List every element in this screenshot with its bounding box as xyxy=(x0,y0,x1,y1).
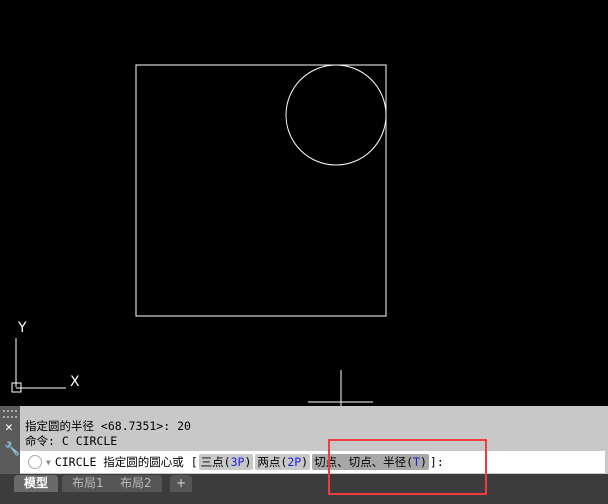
history-line: 指定圆的半径 <68.7351>: 20 xyxy=(25,419,191,433)
command-line-panel: ✕ 🔧 指定圆的半径 <68.7351>: 20 命令: C CIRCLE ▼ … xyxy=(0,406,608,474)
tab-layout1[interactable]: 布局1 xyxy=(62,475,114,492)
option-3p[interactable]: 三点(3P) xyxy=(198,454,254,470)
x-axis-label: X xyxy=(70,374,80,390)
drag-handle[interactable] xyxy=(3,410,17,418)
prompt-command: CIRCLE 指定圆的圆心或 [ xyxy=(54,455,198,469)
option-2p[interactable]: 两点(2P) xyxy=(255,454,311,470)
recent-commands-icon[interactable] xyxy=(28,455,42,469)
dropdown-arrow-icon[interactable]: ▼ xyxy=(46,458,51,467)
circle-shape xyxy=(285,64,387,166)
wrench-icon[interactable]: 🔧 xyxy=(4,442,20,457)
ucs-icon xyxy=(11,338,66,393)
drawing-canvas[interactable]: Y X xyxy=(0,0,608,406)
y-axis-label: Y xyxy=(17,320,27,336)
close-icon[interactable]: ✕ xyxy=(5,420,13,435)
square-shape xyxy=(135,64,387,317)
highlight-box xyxy=(328,439,487,495)
tab-model[interactable]: 模型 xyxy=(14,475,59,492)
command-input[interactable]: ▼ CIRCLE 指定圆的圆心或 [ 三点(3P) 两点(2P) 切点、切点、半… xyxy=(20,451,605,473)
tab-layout2[interactable]: 布局2 xyxy=(110,475,162,492)
history-line: 命令: C CIRCLE xyxy=(25,434,118,448)
command-sidebar: ✕ 🔧 xyxy=(0,406,20,474)
add-tab-button[interactable]: + xyxy=(170,475,193,492)
layout-tabs: 模型 布局1 布局2 + xyxy=(0,474,608,504)
drawing: Y X xyxy=(11,64,387,406)
